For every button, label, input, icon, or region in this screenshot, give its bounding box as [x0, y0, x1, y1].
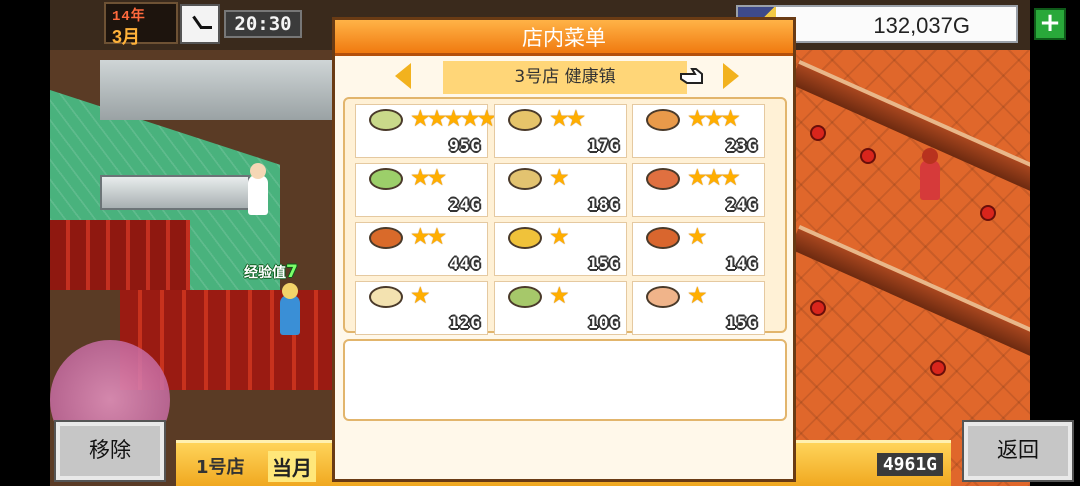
dish-price: 23G — [726, 136, 758, 155]
dish-item[interactable]: ★★★ 23G — [632, 104, 765, 158]
scene-stool — [810, 125, 826, 141]
dish-plate-icon — [508, 286, 542, 308]
dish-plate-icon — [369, 286, 403, 308]
prev-shop-arrow-icon[interactable] — [395, 63, 411, 89]
dish-plate-icon — [646, 109, 680, 131]
dish-item[interactable]: ★★ 24G — [355, 163, 488, 217]
dish-plate-icon — [508, 109, 542, 131]
dish-price: 24G — [449, 195, 481, 214]
month-text: 3月 — [112, 27, 141, 47]
dish-rating-stars: ★★ — [549, 106, 586, 132]
dish-price: 12G — [449, 313, 481, 332]
dish-rating-stars: ★ — [687, 224, 708, 250]
dish-description-box — [343, 339, 787, 421]
pointing-hand-icon — [680, 68, 703, 84]
exp-value: 7 — [286, 262, 298, 282]
scene-stool — [860, 148, 876, 164]
money-value: 132,037G — [873, 13, 970, 38]
dish-plate-icon — [369, 168, 403, 190]
add-money-button[interactable]: + — [1034, 8, 1066, 40]
dish-item[interactable]: ★ 15G — [494, 222, 627, 276]
dish-item[interactable]: ★ 14G — [632, 222, 765, 276]
dish-rating-stars: ★★★★★ — [410, 106, 497, 132]
monthly-total: 4961G — [876, 453, 943, 476]
scene-customer-character[interactable] — [920, 148, 940, 200]
dish-rating-stars: ★ — [410, 283, 431, 309]
dish-item[interactable]: ★★ 17G — [494, 104, 627, 158]
scene-stool — [930, 360, 946, 376]
scene-kitchen-counter — [100, 175, 250, 210]
dish-item[interactable]: ★ 12G — [355, 281, 488, 335]
dish-rating-stars: ★★ — [410, 224, 447, 250]
scene-stool — [980, 205, 996, 221]
dish-price: 17G — [588, 136, 620, 155]
dish-price: 95G — [449, 136, 481, 155]
shop-menu-panel: 店内菜单 3号店 健康镇 ★★★★★ 95G ★★ 17G ★★★ 23G ★★ 24G ★ 18… — [332, 17, 796, 482]
period-label[interactable]: 当月 — [268, 451, 316, 482]
dish-plate-icon — [646, 168, 680, 190]
dish-item[interactable]: ★★★ 24G — [632, 163, 765, 217]
dish-rating-stars: ★★ — [410, 165, 447, 191]
dish-plate-icon — [646, 227, 680, 249]
dish-price: 18G — [588, 195, 620, 214]
scene-stool — [810, 300, 826, 316]
dish-rating-stars: ★ — [687, 283, 708, 309]
dish-plate-icon — [508, 168, 542, 190]
dish-item[interactable]: ★★ 44G — [355, 222, 488, 276]
dish-plate-icon — [369, 227, 403, 249]
dish-plate-icon — [646, 286, 680, 308]
time-display: 20:30 — [224, 10, 302, 38]
exp-label: 经验值 — [244, 265, 286, 281]
current-shop-label[interactable]: 1号店 — [196, 453, 245, 479]
year-text: 14年 — [112, 9, 146, 25]
dish-item[interactable]: ★★★★★ 95G — [355, 104, 497, 158]
panel-title: 店内菜单 — [335, 20, 793, 56]
dish-price: 24G — [726, 195, 758, 214]
dish-grid: ★★★★★ 95G ★★ 17G ★★★ 23G ★★ 24G ★ 18G ★★★ 24G ★★ 44G ★… — [343, 97, 787, 335]
dish-item[interactable]: ★ 15G — [632, 281, 765, 335]
date-display: 14年 3月 — [104, 2, 178, 47]
clock-icon — [180, 4, 220, 44]
dish-price: 15G — [726, 313, 758, 332]
scene-red-wall-left — [50, 220, 190, 290]
dish-rating-stars: ★ — [549, 283, 570, 309]
dish-price: 14G — [726, 254, 758, 273]
remove-button[interactable]: 移除 — [54, 420, 166, 482]
dish-price: 15G — [588, 254, 620, 273]
shop-name: 3号店 健康镇 — [443, 61, 687, 94]
scene-kitchen-wall — [100, 60, 340, 120]
scene-staff-character[interactable] — [280, 283, 300, 335]
dish-rating-stars: ★★★ — [687, 165, 741, 191]
dish-rating-stars: ★ — [549, 165, 570, 191]
dish-item[interactable]: ★ 10G — [494, 281, 627, 335]
dish-price: 10G — [588, 313, 620, 332]
dish-item[interactable]: ★ 18G — [494, 163, 627, 217]
dish-rating-stars: ★ — [549, 224, 570, 250]
dish-plate-icon — [369, 109, 403, 131]
shop-selector: 3号店 健康镇 — [335, 59, 793, 99]
back-button[interactable]: 返回 — [962, 420, 1074, 482]
dish-plate-icon — [508, 227, 542, 249]
scene-chef-character[interactable] — [248, 163, 268, 215]
dish-rating-stars: ★★★ — [687, 106, 741, 132]
dish-price: 44G — [449, 254, 481, 273]
exp-popup: 经验值7 — [244, 262, 298, 282]
next-shop-arrow-icon[interactable] — [723, 63, 739, 89]
